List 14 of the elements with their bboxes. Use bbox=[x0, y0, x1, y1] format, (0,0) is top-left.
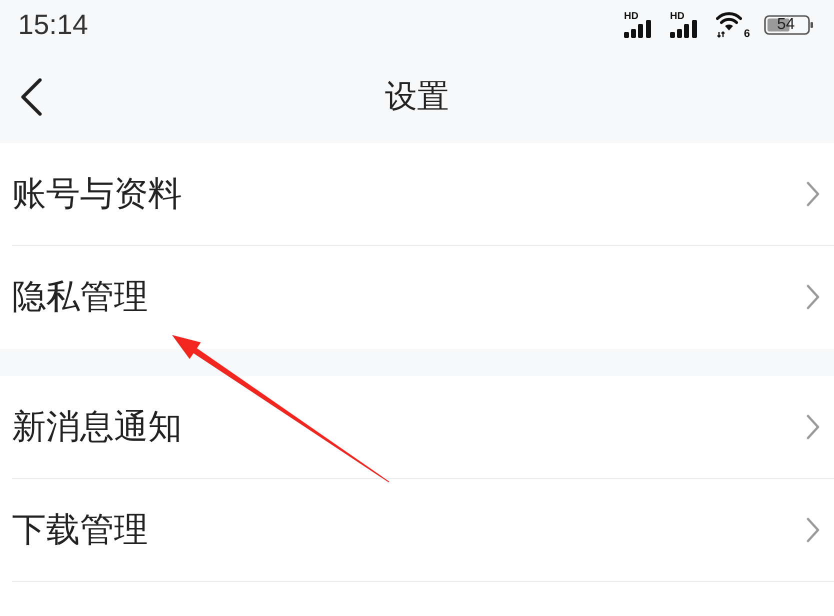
settings-item[interactable]: 隐私管理 bbox=[0, 246, 834, 349]
chevron-right-icon bbox=[806, 284, 820, 310]
hd-label: HD bbox=[670, 12, 684, 22]
chevron-right-icon bbox=[806, 181, 820, 207]
status-time: 15:14 bbox=[18, 11, 88, 39]
settings-item[interactable]: 账号与资料 bbox=[0, 143, 834, 246]
chevron-right-icon bbox=[806, 517, 820, 543]
back-icon bbox=[20, 78, 42, 116]
settings-item[interactable]: 下载管理 bbox=[0, 479, 834, 582]
wifi-standard-label: 6 bbox=[744, 29, 750, 40]
hd-label: HD bbox=[624, 12, 638, 22]
page-title: 设置 bbox=[384, 77, 450, 116]
chevron-right-icon bbox=[806, 414, 820, 440]
wifi-icon bbox=[716, 10, 742, 38]
